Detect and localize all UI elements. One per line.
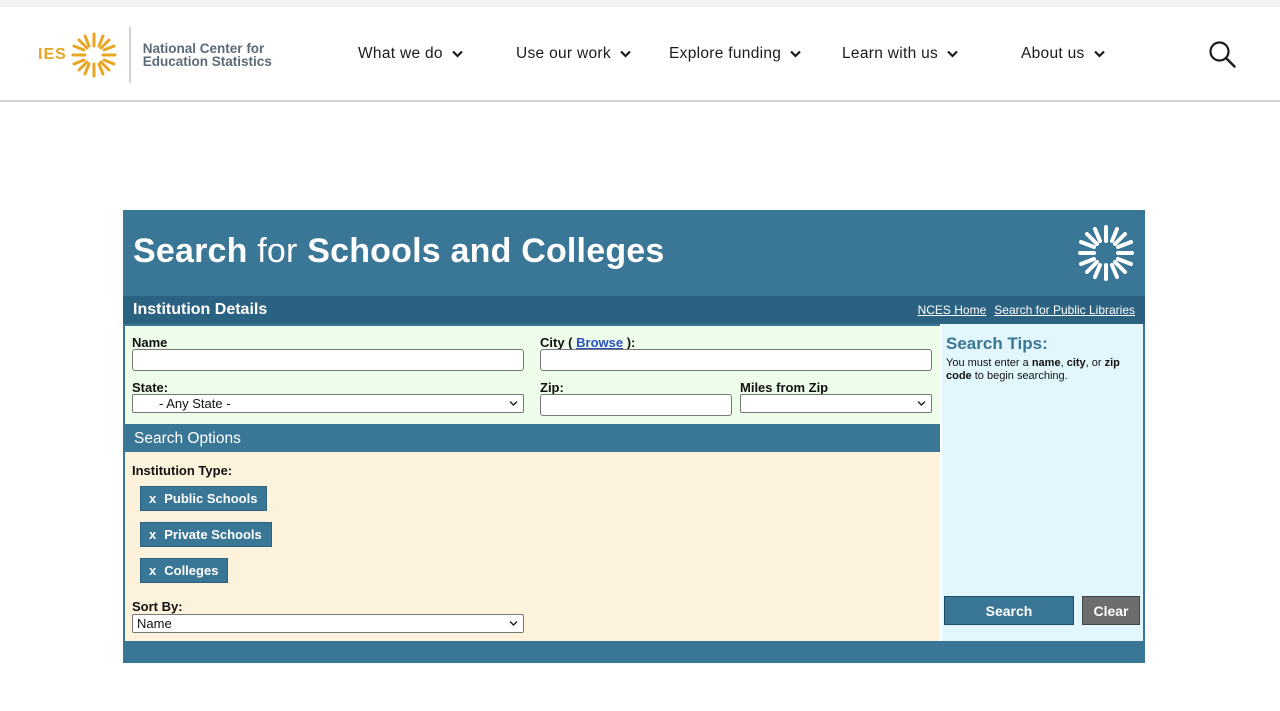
nces-home-link[interactable]: NCES Home — [918, 303, 987, 317]
chevron-down-icon — [947, 50, 958, 58]
chip-label: Public Schools — [164, 491, 258, 506]
browse-link[interactable]: Browse — [576, 335, 623, 350]
city-label: City ( Browse ): — [540, 335, 635, 350]
state-select[interactable]: - Any State - — [132, 394, 524, 413]
chevron-down-icon — [452, 50, 463, 58]
nav-label: Learn with us — [842, 45, 939, 62]
name-input[interactable] — [132, 349, 524, 371]
clear-button[interactable]: Clear — [1082, 596, 1140, 625]
search-tips: Search Tips: You must enter a name, city… — [940, 324, 1143, 641]
chevron-down-icon — [620, 50, 631, 58]
tips-text-part: , or — [1085, 357, 1105, 369]
sort-select-value: Name — [137, 616, 172, 631]
remove-icon[interactable]: x — [149, 563, 156, 578]
chevron-down-icon — [917, 401, 926, 406]
banner: Search for Schools and Colleges — [123, 210, 1145, 296]
city-label-suffix: ): — [626, 335, 636, 350]
search-panel: Search for Schools and Colleges Institut… — [123, 210, 1145, 663]
search-options-bar: Search Options — [123, 424, 940, 452]
remove-icon[interactable]: x — [149, 527, 156, 542]
chevron-down-icon — [509, 621, 518, 626]
logo-text: National Center for Education Statistics — [142, 42, 272, 69]
chevron-down-icon — [1093, 50, 1105, 58]
nav-label: Use our work — [516, 45, 611, 62]
nav-explore-funding[interactable]: Explore funding — [669, 45, 801, 63]
miles-label: Miles from Zip — [740, 380, 829, 395]
title-part: Schools and Colleges — [307, 232, 665, 270]
nav-learn-with-us[interactable]: Learn with us — [842, 45, 958, 63]
title-part: for — [257, 232, 298, 270]
institution-details-form: Name City ( Browse ): State: - Any State… — [125, 326, 940, 424]
panel-footer-bar — [123, 641, 1145, 663]
remove-icon[interactable]: x — [149, 491, 156, 506]
tips-text: You must enter a name, city, or zip code… — [946, 357, 1141, 383]
title-part: Search — [133, 232, 248, 270]
zip-label: Zip: — [540, 380, 564, 395]
page-title: Search for Schools and Colleges — [133, 232, 665, 271]
logo-ies-text: IES — [38, 46, 67, 63]
ies-logo[interactable]: IES National Center for Education Statis… — [38, 27, 272, 83]
name-label: Name — [132, 335, 168, 350]
tips-bold-name: name — [1031, 357, 1061, 369]
nav-what-we-do[interactable]: What we do — [358, 45, 463, 63]
search-options-form: Institution Type: x Public Schools x Pri… — [125, 452, 940, 641]
search-icon[interactable] — [1208, 40, 1236, 68]
nav-label: About us — [1021, 45, 1085, 62]
nav-use-our-work[interactable]: Use our work — [516, 45, 631, 63]
tips-text-part: to begin searching. — [971, 370, 1068, 382]
public-libraries-link[interactable]: Search for Public Libraries — [994, 303, 1135, 317]
nav-label: What we do — [358, 45, 443, 62]
tips-text-part: You must enter a — [946, 357, 1032, 369]
search-button[interactable]: Search — [944, 596, 1074, 625]
chip-label: Colleges — [164, 563, 219, 578]
chevron-down-icon — [790, 50, 801, 58]
city-label-prefix: City ( — [540, 335, 573, 350]
city-input[interactable] — [540, 349, 932, 371]
sun-icon — [1078, 225, 1134, 281]
top-strip — [0, 0, 1280, 7]
chip-colleges[interactable]: x Colleges — [140, 558, 229, 583]
section-title: Search Options — [134, 430, 241, 447]
site-header: IES National Center for Education Statis… — [0, 7, 1280, 102]
sun-icon — [71, 32, 117, 78]
miles-select[interactable] — [740, 394, 932, 413]
institution-type-label: Institution Type: — [132, 463, 233, 478]
nav-label: Explore funding — [669, 45, 782, 62]
top-links: NCES Home Search for Public Libraries — [918, 303, 1135, 317]
zip-input[interactable] — [540, 394, 732, 416]
sort-select[interactable]: Name — [132, 614, 524, 633]
sort-label: Sort By: — [132, 599, 183, 614]
logo-line-2: Education Statistics — [142, 54, 272, 69]
chip-label: Private Schools — [164, 527, 262, 542]
nav-about-us[interactable]: About us — [1021, 45, 1105, 63]
institution-details-bar: Institution Details NCES Home Search for… — [123, 296, 1145, 324]
section-title: Institution Details — [133, 301, 268, 318]
logo-divider — [128, 27, 131, 83]
tips-title: Search Tips: — [946, 334, 1048, 353]
chip-private-schools[interactable]: x Private Schools — [140, 522, 272, 547]
state-label: State: — [132, 380, 169, 395]
chevron-down-icon — [509, 401, 518, 406]
state-select-value: - Any State - — [159, 396, 231, 411]
tips-bold-city: city — [1066, 357, 1086, 369]
chip-public-schools[interactable]: x Public Schools — [140, 486, 268, 511]
